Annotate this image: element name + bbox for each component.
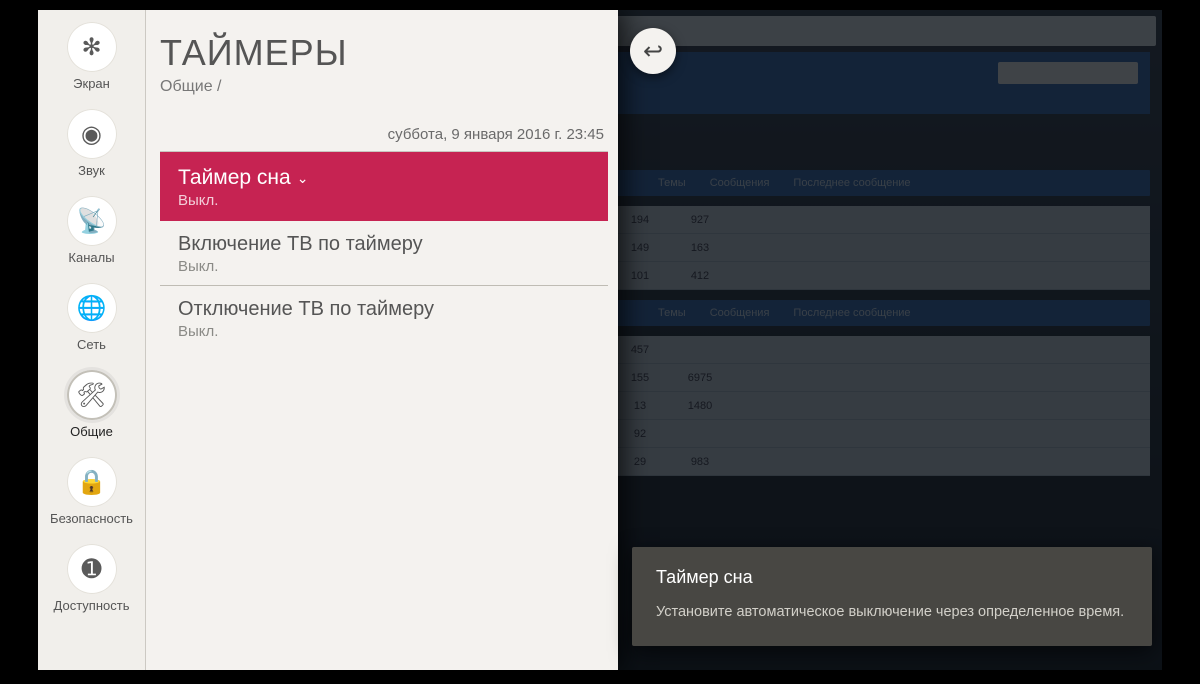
lock-icon: 🔒 xyxy=(67,457,117,507)
sidebar-item-general[interactable]: 🛠 Общие xyxy=(49,370,135,439)
sidebar-item-label: Каналы xyxy=(49,250,135,265)
sidebar-item-screen[interactable]: ✻ Экран xyxy=(49,22,135,91)
globe-icon: 🌐 xyxy=(67,283,117,333)
sidebar-item-accessibility[interactable]: ➊ Доступность xyxy=(49,544,135,613)
option-sleep-timer[interactable]: Таймер сна ⌄ Выкл. xyxy=(160,152,608,221)
datetime-label: суббота, 9 января 2016 г. 23:45 xyxy=(160,126,604,143)
breadcrumb: Общие / xyxy=(160,78,608,96)
option-value: Выкл. xyxy=(178,323,590,340)
sidebar-item-channels[interactable]: 📡 Каналы xyxy=(49,196,135,265)
sidebar-item-label: Безопасность xyxy=(49,511,135,526)
back-button[interactable]: ↩ xyxy=(630,28,676,74)
tooltip-body: Установите автоматическое выключение чер… xyxy=(656,602,1128,624)
sidebar-item-label: Сеть xyxy=(49,337,135,352)
chevron-down-icon: ⌄ xyxy=(297,170,309,187)
sidebar-item-sound[interactable]: ◉ Звук xyxy=(49,109,135,178)
option-title: Таймер сна xyxy=(178,166,291,190)
option-title: Включение ТВ по таймеру xyxy=(178,233,423,256)
sound-icon: ◉ xyxy=(67,109,117,159)
sidebar-item-security[interactable]: 🔒 Безопасность xyxy=(49,457,135,526)
option-value: Выкл. xyxy=(178,192,590,209)
tooltip-title: Таймер сна xyxy=(656,567,1128,588)
sidebar-item-label: Экран xyxy=(49,76,135,91)
option-timer-on[interactable]: Включение ТВ по таймеру Выкл. xyxy=(160,221,608,286)
sidebar-item-network[interactable]: 🌐 Сеть xyxy=(49,283,135,352)
screen-icon: ✻ xyxy=(67,22,117,72)
option-timer-off[interactable]: Отключение ТВ по таймеру Выкл. xyxy=(160,286,608,350)
sidebar-item-label: Общие xyxy=(49,424,135,439)
option-title: Отключение ТВ по таймеру xyxy=(178,298,434,321)
sidebar-item-label: Звук xyxy=(49,163,135,178)
wrench-gear-icon: 🛠 xyxy=(67,370,117,420)
help-tooltip: Таймер сна Установите автоматическое вык… xyxy=(632,547,1152,646)
option-value: Выкл. xyxy=(178,258,590,275)
settings-sidebar: ✻ Экран ◉ Звук 📡 Каналы 🌐 Сеть 🛠 Общие 🔒 xyxy=(38,10,146,670)
sidebar-item-label: Доступность xyxy=(49,598,135,613)
satellite-icon: 📡 xyxy=(67,196,117,246)
accessibility-icon: ➊ xyxy=(67,544,117,594)
settings-content: ТАЙМЕРЫ Общие / суббота, 9 января 2016 г… xyxy=(146,10,618,670)
page-title: ТАЙМЕРЫ xyxy=(160,32,608,74)
settings-panel: ✻ Экран ◉ Звук 📡 Каналы 🌐 Сеть 🛠 Общие 🔒 xyxy=(38,10,618,670)
back-arrow-icon: ↩ xyxy=(643,37,663,66)
